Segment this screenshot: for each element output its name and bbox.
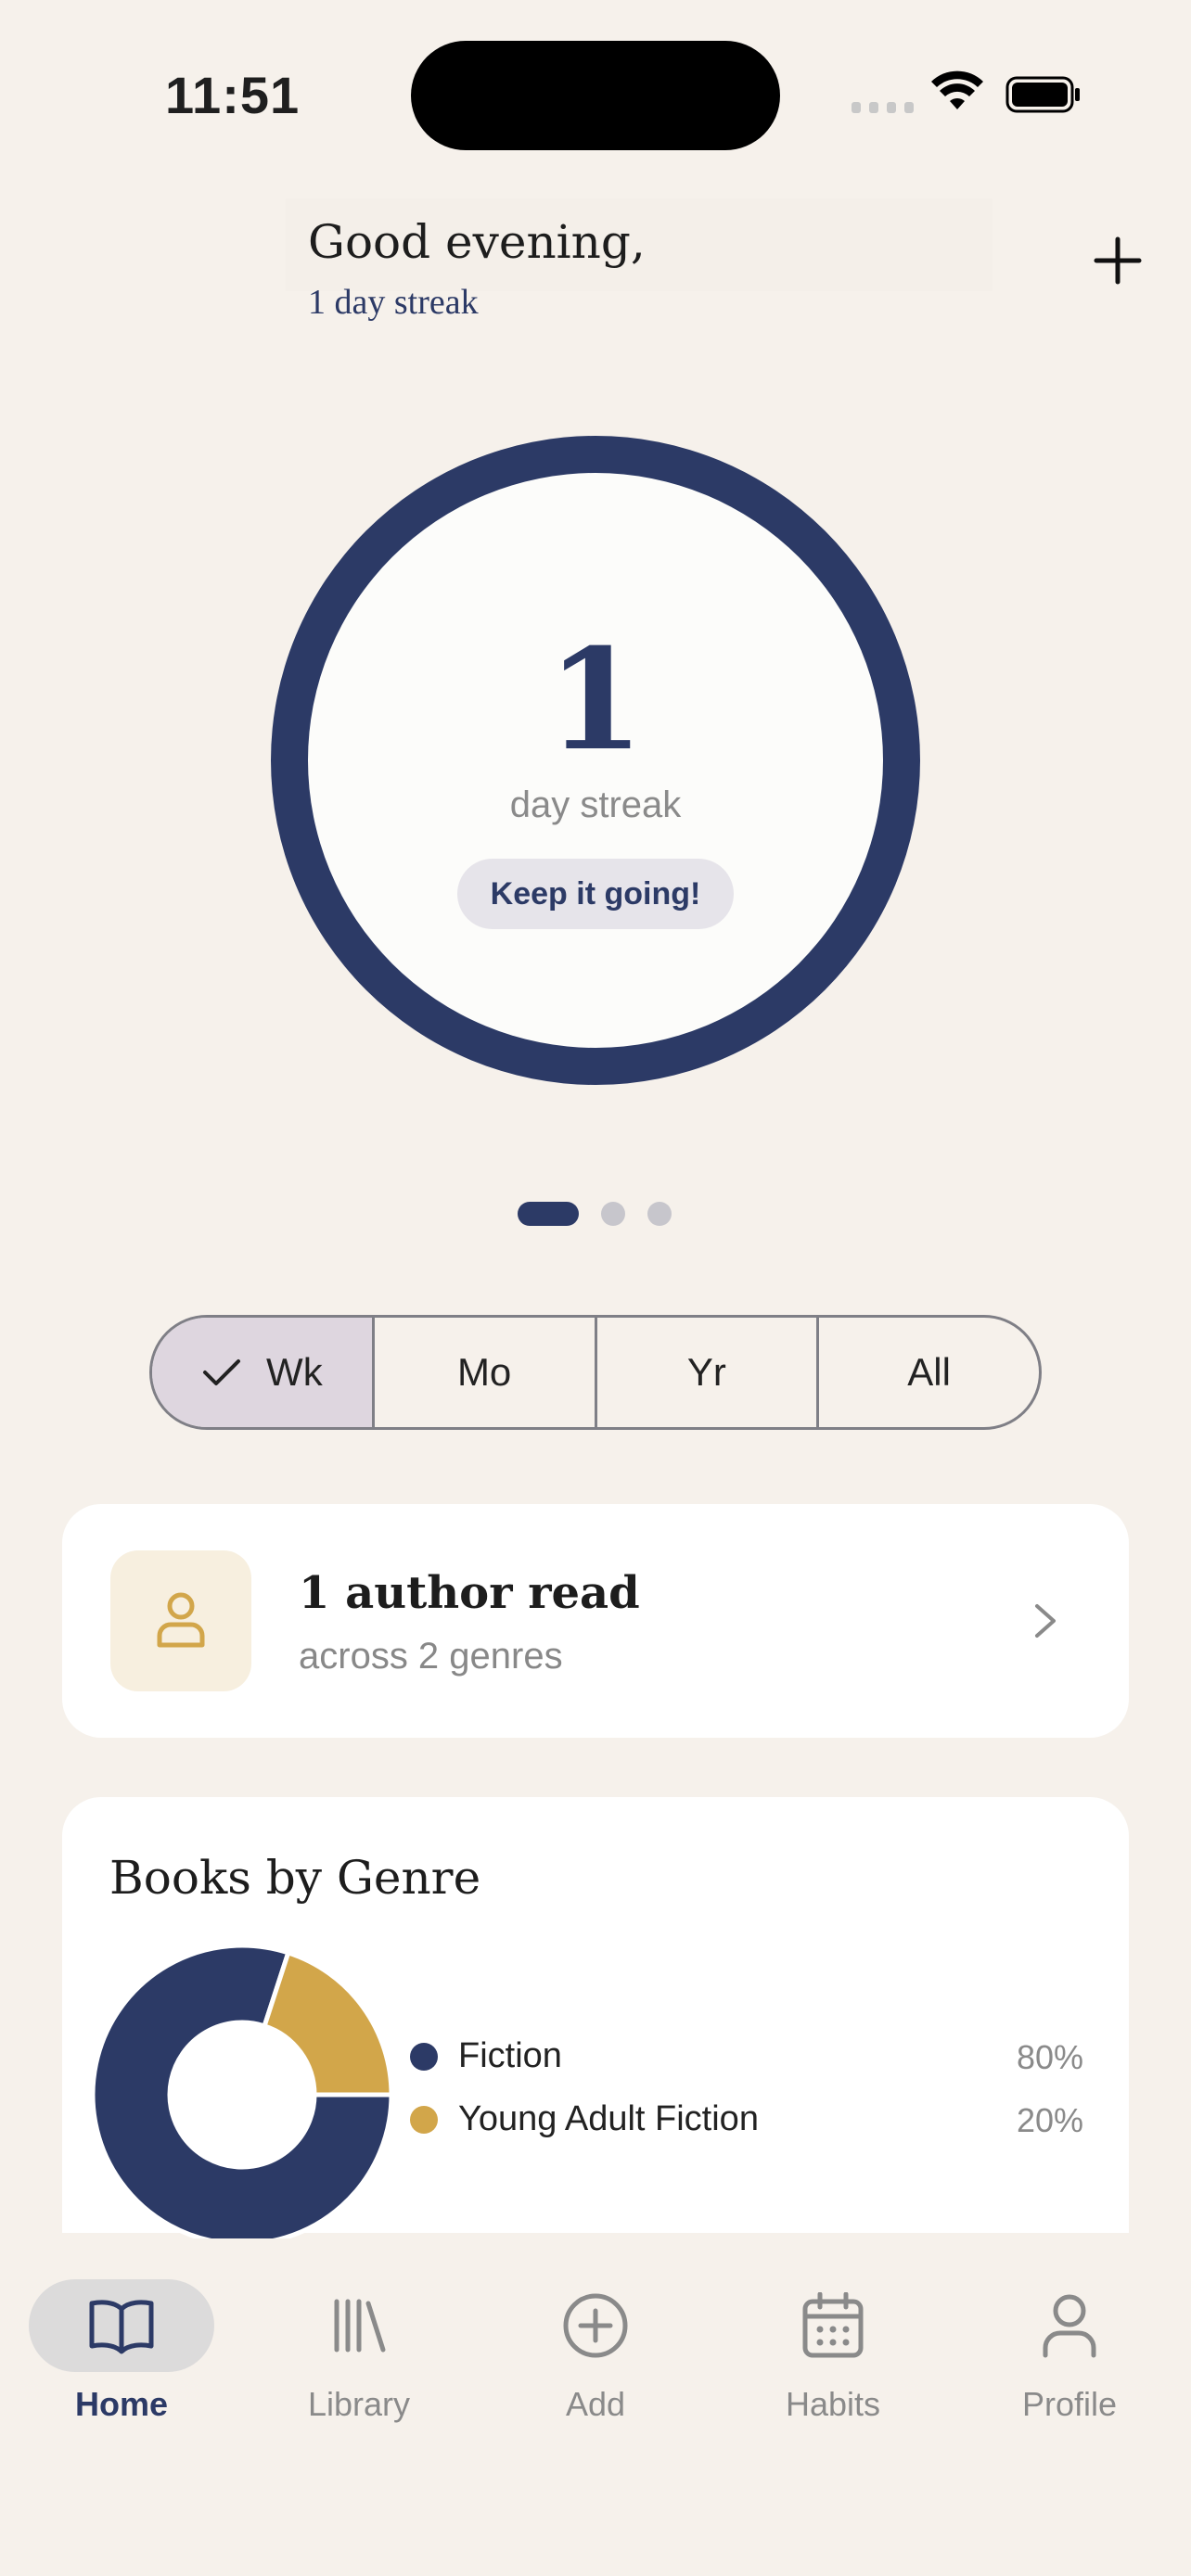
tab-library-label: Library <box>307 2385 411 2423</box>
cellular-signal-icon <box>852 102 914 113</box>
legend-item-young-adult-fiction: Young Adult Fiction <box>410 2099 759 2139</box>
tab-add-label: Add <box>565 2385 626 2423</box>
tab-habits[interactable]: Habits <box>731 2279 935 2437</box>
segment-all[interactable]: All <box>816 1318 1039 1427</box>
legend-label-fiction: Fiction <box>458 2036 562 2075</box>
streak-subtitle: 1 day streak <box>308 283 479 322</box>
page-dot[interactable] <box>647 1202 672 1226</box>
plus-circle-icon <box>563 2293 628 2358</box>
legend-label-young-adult-fiction: Young Adult Fiction <box>458 2099 759 2138</box>
segment-month-label: Mo <box>456 1350 512 1394</box>
tab-profile[interactable]: Profile <box>967 2279 1172 2437</box>
segment-week[interactable]: Wk <box>152 1318 372 1427</box>
legend-swatch-fiction <box>410 2042 438 2071</box>
segment-year[interactable]: Yr <box>594 1318 817 1427</box>
authors-read-subtitle: across 2 genres <box>299 1636 563 1677</box>
tab-library[interactable]: Library <box>257 2279 461 2437</box>
page-indicator[interactable] <box>518 1202 672 1226</box>
person-icon <box>1043 2294 1096 2358</box>
streak-label: day streak <box>509 784 682 825</box>
wifi-icon <box>931 70 983 109</box>
book-open-icon <box>89 2300 154 2354</box>
tab-add-icon-wrap <box>503 2279 688 2372</box>
legend-percent-young-adult-fiction: 20% <box>1016 2101 1083 2139</box>
tab-habits-icon-wrap <box>740 2279 926 2372</box>
tab-library-icon-wrap <box>266 2279 452 2372</box>
library-icon <box>334 2299 386 2353</box>
legend-percent-fiction: 80% <box>1016 2038 1083 2076</box>
greeting-title: Good evening, <box>308 215 646 269</box>
battery-icon <box>1005 76 1080 113</box>
legend-swatch-young-adult-fiction <box>410 2105 438 2134</box>
status-time: 11:51 <box>165 66 301 124</box>
tab-profile-label: Profile <box>1021 2385 1118 2423</box>
tab-add[interactable]: Add <box>493 2279 698 2437</box>
segment-all-label: All <box>907 1350 951 1394</box>
keep-going-badge: Keep it going! <box>457 859 734 929</box>
person-icon <box>157 1592 205 1648</box>
genre-donut-chart <box>93 1945 391 2244</box>
genre-card-title: Books by Genre <box>109 1851 481 1905</box>
tab-profile-icon-wrap <box>977 2279 1162 2372</box>
legend-item-fiction: Fiction <box>410 2036 562 2076</box>
segment-week-label: Wk <box>266 1350 323 1394</box>
plus-icon[interactable] <box>1093 236 1143 286</box>
checkmark-icon <box>203 1359 241 1385</box>
dynamic-island <box>411 41 780 150</box>
donut-slice-young-adult-fiction <box>261 1949 391 2098</box>
page-dot[interactable] <box>601 1202 625 1226</box>
calendar-icon <box>802 2292 864 2358</box>
segment-year-label: Yr <box>686 1350 726 1394</box>
segment-month[interactable]: Mo <box>371 1318 595 1427</box>
authors-read-title: 1 author read <box>299 1567 640 1619</box>
time-range-segmented-control[interactable]: Wk Mo Yr All <box>149 1315 1042 1430</box>
page-dot-active[interactable] <box>518 1202 579 1226</box>
tab-home-icon-wrap <box>29 2279 214 2372</box>
tab-home-label: Home <box>74 2385 169 2423</box>
streak-count: 1 <box>546 618 645 782</box>
tab-habits-label: Habits <box>785 2385 881 2423</box>
chevron-right-icon[interactable] <box>1030 1600 1063 1641</box>
tab-home[interactable]: Home <box>19 2279 224 2437</box>
